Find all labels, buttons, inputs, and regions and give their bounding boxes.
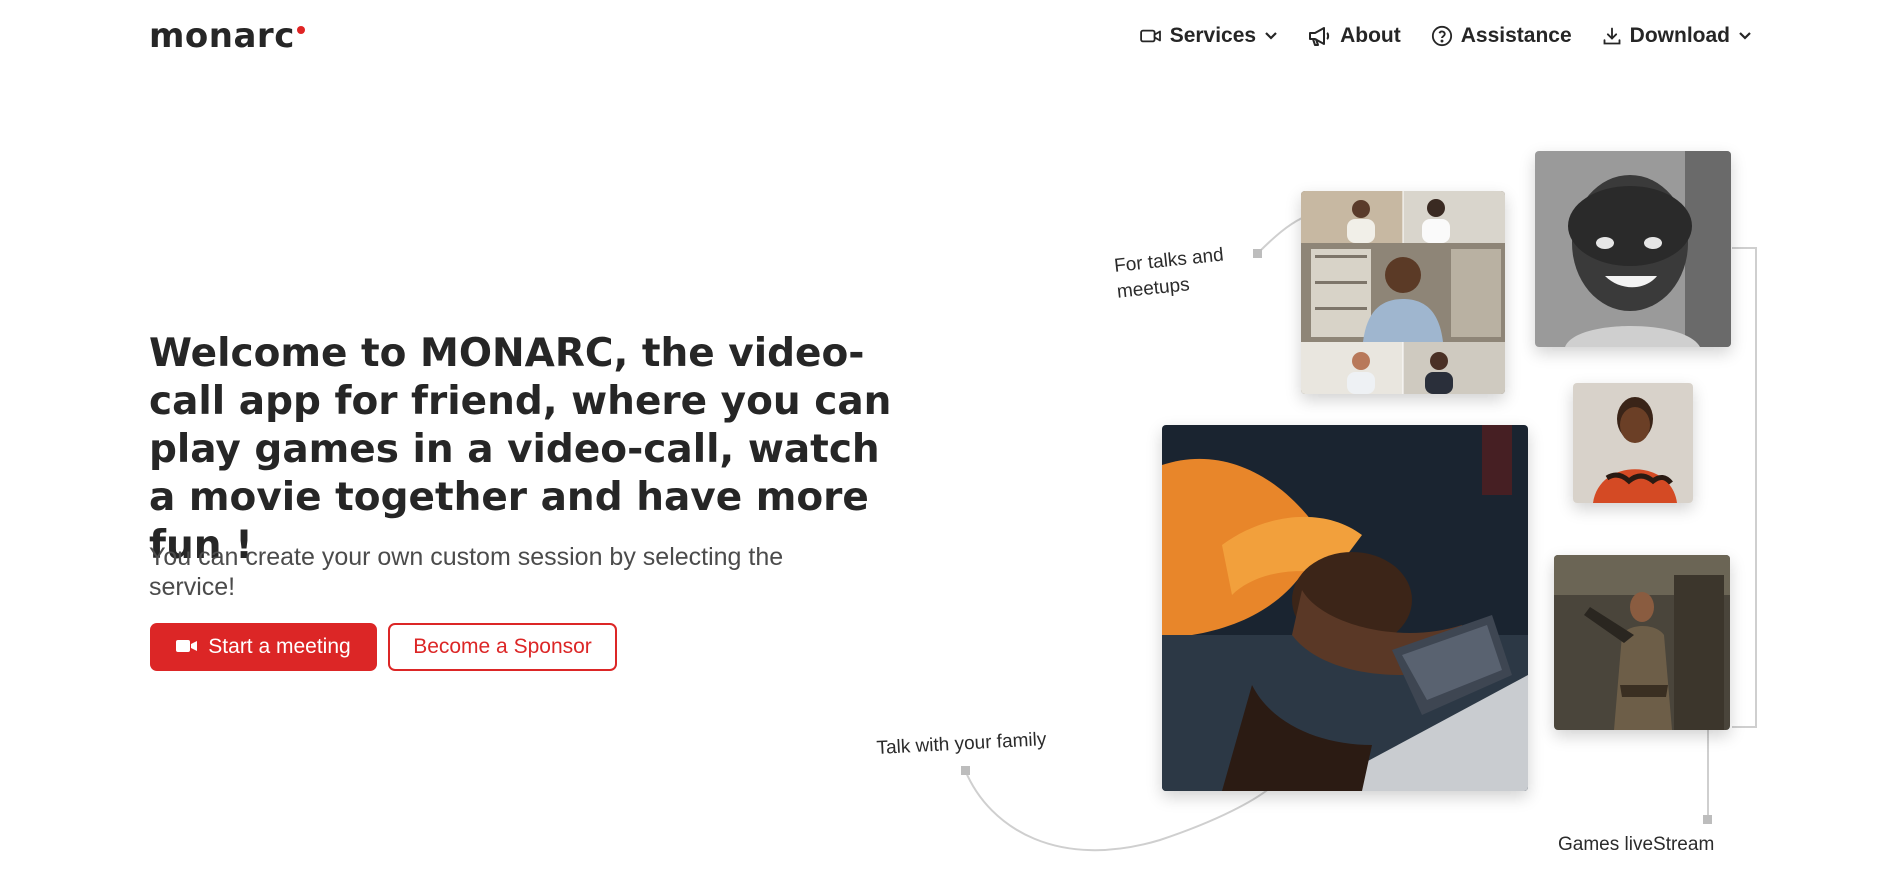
game-character-photo bbox=[1554, 555, 1730, 730]
landing-page: monarc Services About Assistance Downloa… bbox=[0, 0, 1897, 882]
sleeping-on-laptop-photo bbox=[1162, 425, 1528, 791]
video-call-grid-photo bbox=[1301, 191, 1505, 394]
label-talks-meetups-text: For talks and meetups bbox=[1113, 244, 1225, 303]
smiling-woman-photo bbox=[1573, 383, 1693, 503]
label-games-livestream: Games liveStream bbox=[1558, 834, 1714, 856]
smiling-child-photo bbox=[1535, 151, 1731, 347]
label-games-livestream-text: Games liveStream bbox=[1558, 834, 1715, 855]
